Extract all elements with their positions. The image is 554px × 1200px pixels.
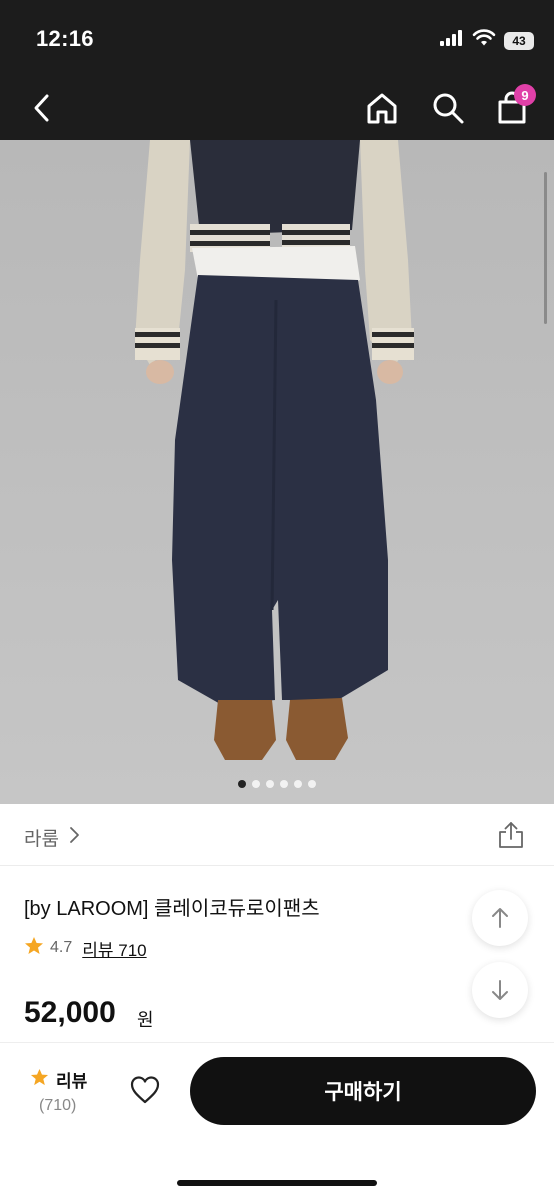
review-count: (710): [39, 1097, 77, 1114]
cellular-signal-icon: [440, 30, 464, 51]
product-title: [by LAROOM] 클레이코듀로이팬츠: [24, 898, 320, 920]
status-time: 12:16: [36, 26, 94, 51]
star-icon: [30, 1068, 49, 1092]
status-icons: 43: [440, 29, 534, 52]
star-icon: [24, 936, 44, 961]
bottom-action-bar: 리뷰 (710) 구매하기: [0, 1042, 554, 1200]
review-label: 리뷰: [56, 1072, 88, 1091]
review-summary-button[interactable]: 리뷰 (710): [30, 1067, 92, 1121]
rating-value: 4.7: [50, 939, 73, 956]
brand-name-link[interactable]: 라룸: [24, 824, 59, 851]
status-bar: 12:16 43: [0, 0, 554, 76]
product-image-gallery[interactable]: [0, 140, 554, 804]
brand-row: 라룸: [0, 804, 554, 866]
heart-icon[interactable]: [128, 1073, 162, 1107]
arrow-up-icon: [492, 908, 508, 928]
currency-unit: 원: [137, 1010, 154, 1030]
wifi-icon: [472, 29, 496, 52]
gallery-dot[interactable]: [266, 780, 274, 788]
arrow-down-icon: [492, 980, 508, 1000]
cart-count-badge: 9: [514, 84, 536, 106]
gallery-dot[interactable]: [308, 780, 316, 788]
share-icon[interactable]: [496, 820, 526, 850]
home-icon[interactable]: [364, 90, 400, 126]
nav-bar: 9: [0, 76, 554, 140]
gallery-scrollbar[interactable]: [544, 172, 547, 324]
scroll-down-button[interactable]: [472, 962, 528, 1018]
back-chevron-icon[interactable]: [26, 90, 62, 126]
battery-icon: 43: [504, 31, 534, 50]
rating-row: 4.7 리뷰 710: [24, 936, 147, 961]
gallery-dot[interactable]: [294, 780, 302, 788]
gallery-dot[interactable]: [280, 780, 288, 788]
chevron-right-icon[interactable]: [66, 826, 82, 844]
gallery-dot[interactable]: [238, 780, 246, 788]
buy-button[interactable]: 구매하기: [190, 1057, 536, 1125]
review-count-link[interactable]: 리뷰 710: [82, 936, 146, 961]
home-indicator: [177, 1180, 377, 1186]
scroll-up-button[interactable]: [472, 890, 528, 946]
gallery-dot[interactable]: [252, 780, 260, 788]
gallery-pagination-dots: [0, 780, 554, 790]
search-icon[interactable]: [430, 90, 466, 126]
price: 52,000: [24, 996, 116, 1029]
product-photo: [0, 140, 554, 804]
